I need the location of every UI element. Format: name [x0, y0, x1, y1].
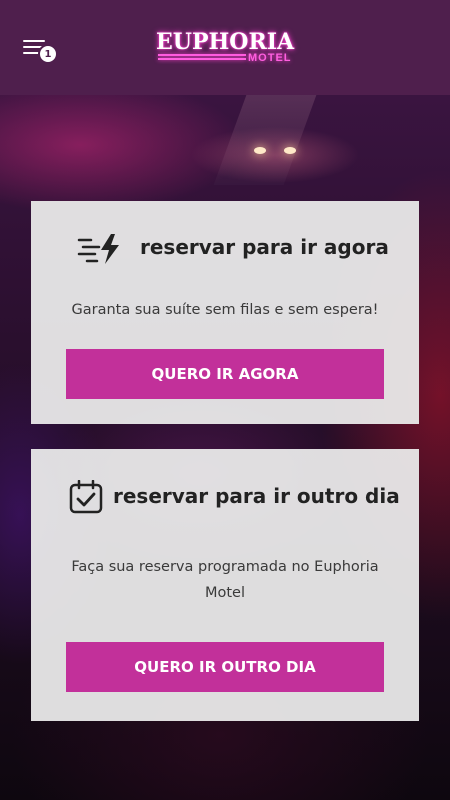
card-description: Faça sua reserva programada no Euphoria … — [71, 559, 379, 601]
calendar-check-icon — [69, 480, 103, 514]
reserve-other-day-button[interactable]: QUERO IR OUTRO DIA — [66, 642, 384, 692]
reserve-other-day-card: reservar para ir outro dia Faça sua rese… — [31, 449, 419, 721]
fast-lightning-icon — [77, 234, 119, 264]
reserve-now-card: reservar para ir agora Garanta sua suíte… — [31, 201, 419, 424]
menu-icon — [23, 40, 45, 42]
reserve-now-button[interactable]: QUERO IR AGORA — [66, 349, 384, 399]
card-title: reservar para ir agora — [140, 235, 389, 259]
menu-button[interactable]: 1 — [20, 36, 62, 66]
logo-subtext: MOTEL — [248, 52, 292, 64]
euphoria-logo[interactable]: EUPHORIA MOTEL — [156, 30, 296, 66]
card-description: Garanta sua suíte sem filas e sem espera… — [71, 302, 379, 318]
card-title: reservar para ir outro dia — [113, 484, 400, 508]
notification-badge: 1 — [38, 44, 58, 64]
logo-text: EUPHORIA — [156, 29, 295, 55]
app-header: 1 EUPHORIA MOTEL — [0, 0, 450, 95]
